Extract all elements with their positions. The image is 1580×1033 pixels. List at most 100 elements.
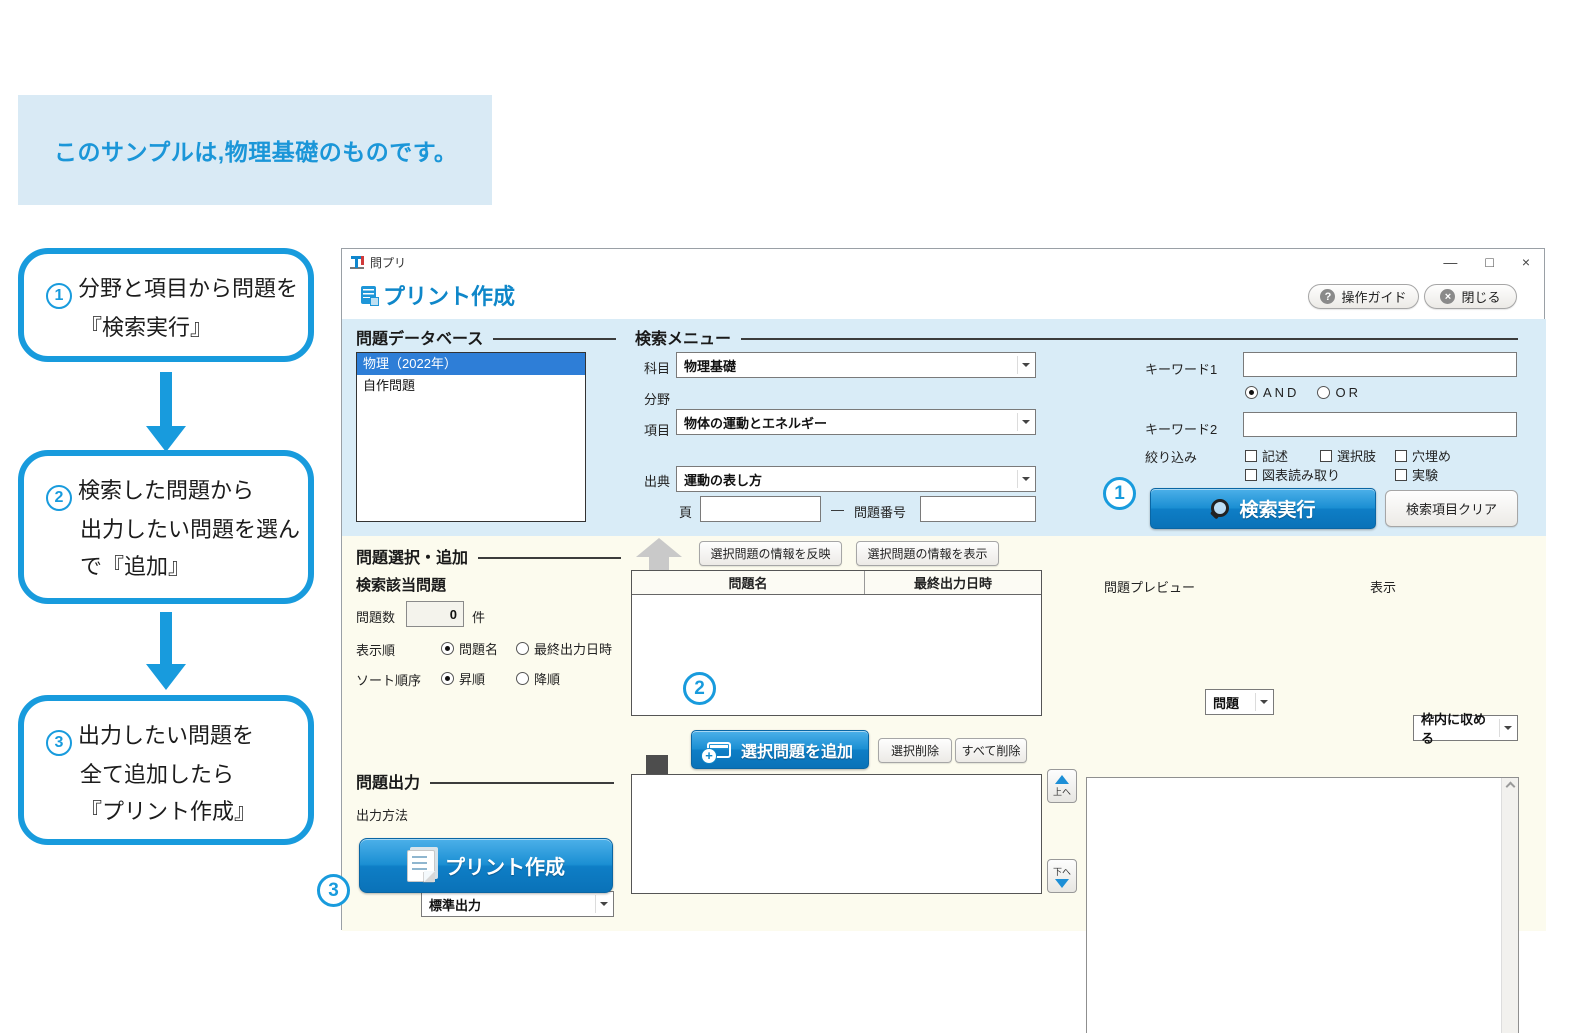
- number-input[interactable]: [920, 496, 1036, 522]
- page-range-dash: —: [831, 502, 844, 517]
- kijutsu-checkbox[interactable]: [1245, 450, 1257, 462]
- or-radio[interactable]: [1317, 386, 1330, 399]
- step1-line2: 『検索実行』: [46, 309, 300, 346]
- remove-all-button[interactable]: すべて削除: [955, 738, 1027, 763]
- page-label: 頁: [679, 502, 692, 521]
- keyword1-input[interactable]: [1243, 352, 1517, 377]
- display-label: 表示: [1370, 577, 1396, 596]
- count-label: 問題数: [356, 607, 395, 626]
- order-label: 表示順: [356, 640, 395, 659]
- divider: [478, 557, 621, 559]
- step2-line3: で『追加』: [46, 548, 300, 585]
- filter-jikken[interactable]: 実験: [1395, 465, 1438, 484]
- zuhyo-checkbox[interactable]: [1245, 469, 1257, 481]
- step3-badge: 3: [46, 730, 72, 756]
- sort-desc-radio[interactable]: [516, 672, 529, 685]
- output-method-dropdown[interactable]: 標準出力: [421, 891, 614, 917]
- scroll-up-icon[interactable]: [1505, 782, 1515, 792]
- page: このサンプルは,物理基礎のものです。 1 分野と項目から問題を 『検索実行』 2 検…: [0, 0, 1580, 1033]
- search-menu-section-title: 検索メニュー: [635, 325, 1518, 349]
- search-clear-button[interactable]: 検索項目クリア: [1385, 490, 1518, 527]
- column-problem-name[interactable]: 問題名: [632, 571, 865, 594]
- search-execute-button[interactable]: 検索実行: [1150, 488, 1376, 529]
- number-label: 問題番号: [854, 502, 906, 521]
- step3-line2: 全て追加したら: [46, 756, 300, 793]
- annotation-1: 1: [1103, 477, 1136, 510]
- item-label: 項目: [644, 420, 670, 439]
- result-title: 検索該当問題: [356, 574, 446, 595]
- sample-banner-text: このサンプルは,物理基礎のものです。: [54, 133, 457, 167]
- search-section: 問題データベース 物理（2022年） 自作問題 検索メニュー 科目 物理基礎 分…: [342, 319, 1546, 536]
- move-up-arrow-icon: [636, 538, 682, 572]
- search-icon: [1210, 499, 1229, 518]
- count-input[interactable]: [406, 601, 464, 627]
- order-option-name[interactable]: 問題名: [441, 639, 498, 658]
- keyword2-label: キーワード2: [1145, 419, 1217, 438]
- print-doc-icon: [407, 850, 435, 882]
- add-card-icon: [707, 742, 731, 758]
- keyword2-input[interactable]: [1243, 412, 1517, 437]
- filter-anaume[interactable]: 穴埋め: [1395, 446, 1451, 465]
- or-radio-option[interactable]: OR: [1317, 385, 1361, 400]
- results-table-header: 問題名 最終出力日時: [632, 571, 1041, 595]
- display-mode-dropdown[interactable]: 枠内に収める: [1413, 715, 1518, 741]
- sample-banner: このサンプルは,物理基礎のものです。: [18, 95, 492, 205]
- subject-label: 科目: [644, 358, 670, 377]
- page-input[interactable]: [700, 496, 821, 522]
- sort-asc-radio[interactable]: [441, 672, 454, 685]
- up-arrow-icon: [1055, 775, 1069, 784]
- reflect-info-button[interactable]: 選択問題の情報を反映: [699, 541, 842, 566]
- move-up-button[interactable]: 上へ: [1047, 769, 1077, 803]
- annotation-2: 2: [683, 672, 716, 705]
- filter-zuhyo[interactable]: 図表読み取り: [1245, 465, 1340, 484]
- database-listbox[interactable]: 物理（2022年） 自作問題: [356, 352, 586, 522]
- and-radio-option[interactable]: AND: [1245, 385, 1299, 400]
- move-down-button[interactable]: 下へ: [1047, 859, 1077, 893]
- output-listbox[interactable]: [631, 774, 1042, 894]
- show-info-button[interactable]: 選択問題の情報を表示: [856, 541, 999, 566]
- jikken-checkbox[interactable]: [1395, 469, 1407, 481]
- remove-selected-button[interactable]: 選択削除: [878, 738, 952, 763]
- item-dropdown[interactable]: 運動の表し方: [676, 466, 1036, 492]
- divider: [493, 338, 616, 340]
- page-title: プリント作成: [361, 279, 515, 311]
- count-unit: 件: [472, 607, 485, 626]
- titlebar: 問プリ — □ ×: [342, 249, 1544, 275]
- close-circle-icon: ×: [1440, 289, 1455, 304]
- source-label: 出典: [644, 471, 670, 490]
- sort-option-asc[interactable]: 昇順: [441, 669, 485, 688]
- subject-dropdown[interactable]: 物理基礎: [676, 352, 1036, 378]
- column-last-output[interactable]: 最終出力日時: [865, 571, 1041, 594]
- filter-kijutsu[interactable]: 記述: [1245, 446, 1288, 465]
- add-selected-button[interactable]: 選択問題を追加: [691, 730, 869, 769]
- output-section-title: 問題出力: [356, 769, 614, 793]
- preview-scrollbar[interactable]: [1501, 778, 1518, 1033]
- guide-button[interactable]: ? 操作ガイド: [1308, 284, 1419, 309]
- sort-option-desc[interactable]: 降順: [516, 669, 560, 688]
- flow-step-3: 3出力したい問題を 全て追加したら 『プリント作成』: [18, 695, 314, 845]
- minimize-button[interactable]: —: [1443, 254, 1457, 270]
- step2-line1: 検索した問題から: [78, 478, 254, 503]
- close-button[interactable]: × 閉じる: [1424, 284, 1517, 309]
- order-name-radio[interactable]: [441, 642, 454, 655]
- sentakushi-checkbox[interactable]: [1320, 450, 1332, 462]
- anaume-checkbox[interactable]: [1395, 450, 1407, 462]
- step1-line1: 分野と項目から問題を: [78, 276, 298, 301]
- flow-arrow-2: [146, 612, 186, 690]
- field-dropdown[interactable]: 物体の運動とエネルギー: [676, 409, 1036, 435]
- print-title-icon: [361, 286, 376, 304]
- order-date-radio[interactable]: [516, 642, 529, 655]
- database-item-selected[interactable]: 物理（2022年）: [357, 353, 585, 375]
- and-radio[interactable]: [1245, 386, 1258, 399]
- database-item[interactable]: 自作問題: [357, 375, 585, 397]
- order-option-date[interactable]: 最終出力日時: [516, 639, 612, 658]
- flow-arrow-1: [146, 372, 186, 452]
- close-window-button[interactable]: ×: [1522, 254, 1530, 270]
- print-create-button[interactable]: プリント作成: [359, 838, 613, 893]
- app-window: 問プリ — □ × プリント作成 ? 操作ガイド × 閉じる 問題データベース: [341, 248, 1545, 930]
- maximize-button[interactable]: □: [1485, 254, 1493, 270]
- down-arrow-icon: [1055, 879, 1069, 888]
- filter-sentakushi[interactable]: 選択肢: [1320, 446, 1376, 465]
- output-method-label: 出力方法: [356, 805, 408, 824]
- preview-type-dropdown[interactable]: 問題: [1205, 689, 1274, 715]
